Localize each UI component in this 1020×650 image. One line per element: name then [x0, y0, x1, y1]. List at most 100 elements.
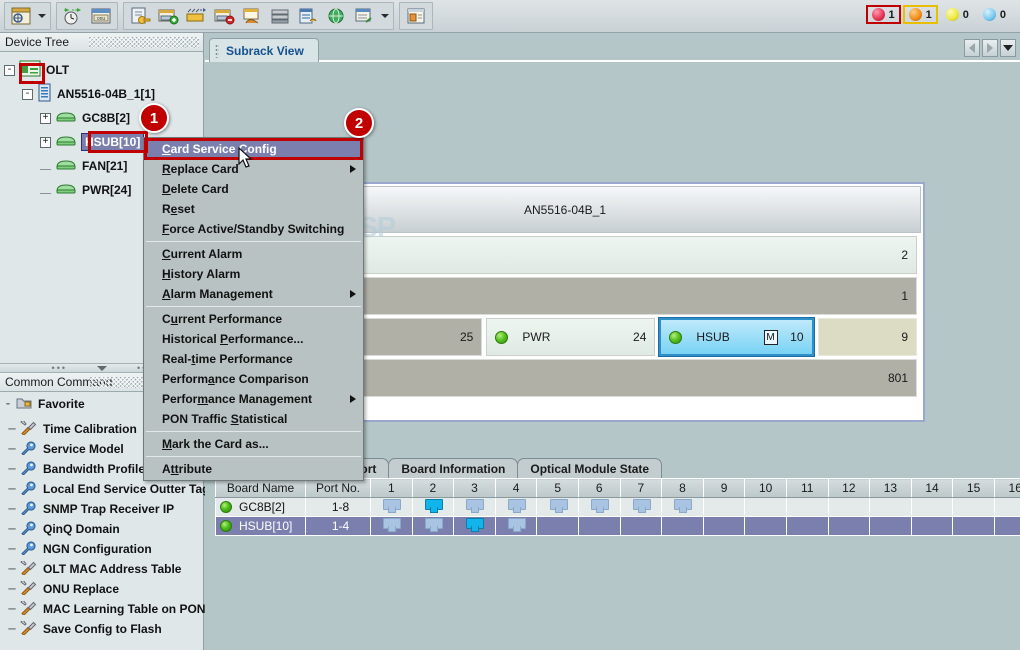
cell-port-3[interactable]: [454, 517, 496, 536]
network-globe-icon[interactable]: [323, 4, 349, 28]
cell-port-8[interactable]: [662, 498, 704, 517]
command-item-onu-replace[interactable]: —ONU Replace: [4, 579, 204, 599]
device-hand-icon[interactable]: [239, 4, 265, 28]
device-config-icon[interactable]: [295, 4, 321, 28]
column-header[interactable]: 11: [786, 479, 828, 498]
alarm-minor[interactable]: 0: [940, 5, 975, 24]
tree-expander[interactable]: -: [22, 89, 33, 100]
menu-item-delete-card[interactable]: Delete Card: [144, 179, 363, 199]
minor-alarm-dot: [946, 8, 959, 21]
report-icon[interactable]: [351, 4, 377, 28]
cell-port-1[interactable]: [371, 498, 413, 517]
slot-empty[interactable]: 9: [818, 318, 917, 356]
menu-item-pon-traffic-statistical[interactable]: PON Traffic Statistical: [144, 409, 363, 429]
column-header[interactable]: 3: [454, 479, 496, 498]
slot-pwr[interactable]: PWR24: [486, 318, 655, 356]
menu-item-mark-the-card-as[interactable]: Mark the Card as...: [144, 434, 363, 454]
column-header[interactable]: 9: [703, 479, 745, 498]
column-header[interactable]: 12: [828, 479, 870, 498]
cell-port-2[interactable]: [412, 517, 454, 536]
command-item-mac-learning-table-on-pon[interactable]: —MAC Learning Table on PON: [4, 599, 204, 619]
menu-item-current-performance[interactable]: Current Performance: [144, 309, 363, 329]
tree-expander[interactable]: +: [40, 113, 51, 124]
tree-expander[interactable]: -: [4, 65, 15, 76]
column-header[interactable]: 15: [953, 479, 995, 498]
column-header[interactable]: 16: [994, 479, 1020, 498]
column-header[interactable]: 7: [620, 479, 662, 498]
cell-port-1[interactable]: [371, 517, 413, 536]
table-row[interactable]: GC8B[2]1-8: [216, 498, 1020, 517]
column-header[interactable]: 4: [495, 479, 537, 498]
tree-item-gc8b-2[interactable]: +GC8B[2]: [4, 106, 203, 130]
column-header[interactable]: 8: [662, 479, 704, 498]
cell-port-4[interactable]: [495, 517, 537, 536]
menu-item-real-time-performance[interactable]: Real-time Performance: [144, 349, 363, 369]
cell-port-2[interactable]: [412, 498, 454, 517]
menu-item-current-alarm[interactable]: Current Alarm: [144, 244, 363, 264]
menu-item-historical-performance[interactable]: Historical Performance...: [144, 329, 363, 349]
menu-item-reset[interactable]: Reset: [144, 199, 363, 219]
dropdown-arrow-icon[interactable]: [35, 4, 48, 28]
discover-device-icon[interactable]: [183, 4, 209, 28]
command-item-ngn-configuration[interactable]: —NGN Configuration: [4, 539, 204, 559]
add-device-icon[interactable]: [155, 4, 181, 28]
performance-report-icon[interactable]: [403, 4, 429, 28]
slot-hsub[interactable]: HSUBM10: [659, 318, 813, 356]
column-header[interactable]: 13: [870, 479, 912, 498]
tree-item-olt[interactable]: -OLT: [4, 58, 203, 82]
tree-item-an5516-04b-1-1[interactable]: - AN5516-04B_1[1]: [4, 82, 203, 106]
menu-item-performance-comparison[interactable]: Performance Comparison: [144, 369, 363, 389]
delete-device-icon[interactable]: [211, 4, 237, 28]
polling-clock-icon[interactable]: [60, 4, 86, 28]
tab-prev-button[interactable]: [964, 39, 980, 57]
column-header[interactable]: 10: [745, 479, 787, 498]
command-item-snmp-trap-receiver-ip[interactable]: —SNMP Trap Receiver IP: [4, 499, 204, 519]
command-item-olt-mac-address-table[interactable]: —OLT MAC Address Table: [4, 559, 204, 579]
tree-expander[interactable]: +: [40, 137, 51, 148]
command-item-qinq-domain[interactable]: —QinQ Domain: [4, 519, 204, 539]
alarm-warning[interactable]: 0: [977, 5, 1012, 24]
cell-port-6[interactable]: [578, 498, 620, 517]
tab-subrack-view[interactable]: Subrack View: [209, 38, 319, 62]
table-row[interactable]: HSUB[10]1-4: [216, 517, 1020, 536]
tree-item-label: AN5516-04B_1[1]: [57, 87, 155, 101]
onu-list-icon[interactable]: onu: [88, 4, 114, 28]
menu-item-performance-management[interactable]: Performance Management: [144, 389, 363, 409]
column-header[interactable]: 6: [578, 479, 620, 498]
topology-view-icon[interactable]: [8, 4, 34, 28]
column-header[interactable]: Board Name: [216, 479, 306, 498]
cell-port-7[interactable]: [620, 498, 662, 517]
cell-port-3[interactable]: [454, 498, 496, 517]
panel-drag-grip[interactable]: [89, 37, 199, 48]
bottom-tab-optical-module-state[interactable]: Optical Module State: [517, 458, 662, 478]
rack-icon[interactable]: [267, 4, 293, 28]
cell-port-5[interactable]: [537, 498, 579, 517]
dropdown-arrow-icon[interactable]: [378, 4, 391, 28]
menu-item-attribute[interactable]: Attribute: [144, 459, 363, 479]
column-header[interactable]: Port No.: [306, 479, 371, 498]
favorite-expander[interactable]: -: [0, 397, 16, 411]
column-header[interactable]: 5: [537, 479, 579, 498]
command-item-save-config-to-flash[interactable]: —Save Config to Flash: [4, 619, 204, 639]
tab-label: Subrack View: [226, 44, 304, 58]
tree-indent: [40, 159, 51, 173]
cell-port-4[interactable]: [495, 498, 537, 517]
menu-item-label: Current Alarm: [162, 247, 242, 261]
tab-list-button[interactable]: [1000, 39, 1016, 57]
menu-item-history-alarm[interactable]: History Alarm: [144, 264, 363, 284]
alarm-critical[interactable]: 1: [866, 5, 901, 24]
column-header[interactable]: 14: [911, 479, 953, 498]
alarm-major[interactable]: 1: [903, 5, 938, 24]
tab-next-button[interactable]: [982, 39, 998, 57]
cell-port-16: [994, 498, 1020, 517]
slot-status-led: [669, 331, 682, 344]
card-context-menu[interactable]: Card Service ConfigReplace CardDelete Ca…: [143, 137, 364, 481]
command-item-local-end-service-outter-tag[interactable]: —Local End Service Outter Tag: [4, 479, 204, 499]
menu-item-force-active-standby-switching[interactable]: Force Active/Standby Switching: [144, 219, 363, 239]
menu-item-alarm-management[interactable]: Alarm Management: [144, 284, 363, 304]
bottom-tab-board-information[interactable]: Board Information: [388, 458, 518, 478]
column-header[interactable]: 1: [371, 479, 413, 498]
splitter-collapse-icon[interactable]: [97, 366, 107, 371]
column-header[interactable]: 2: [412, 479, 454, 498]
authorize-key-icon[interactable]: [127, 4, 153, 28]
